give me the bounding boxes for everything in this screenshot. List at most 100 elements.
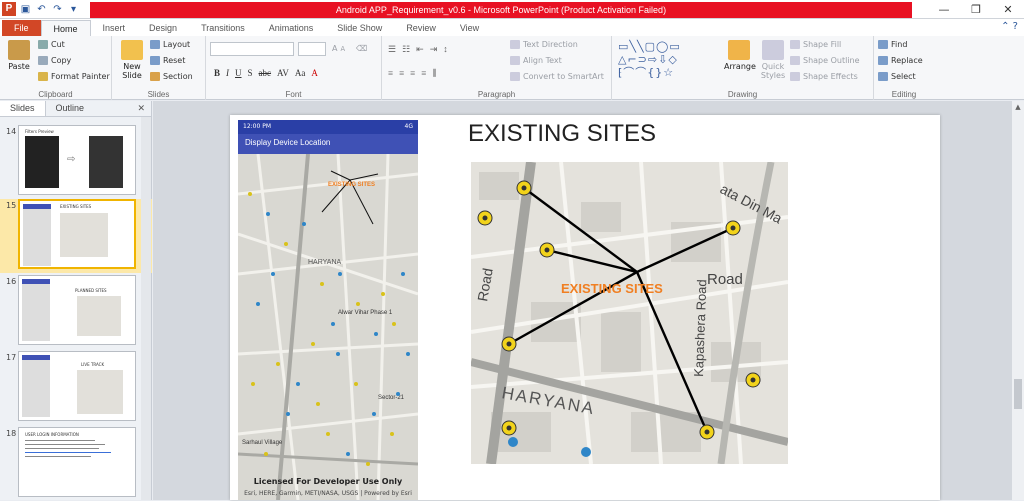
columns-button[interactable]: ⫼ — [432, 68, 436, 79]
tab-review[interactable]: Review — [394, 20, 448, 36]
customize-qat-icon[interactable]: ▾ — [67, 3, 80, 16]
thumbnail-image: USER LOGIN INFORMATION — [18, 427, 136, 497]
align-center-button[interactable]: ≡ — [399, 68, 404, 79]
decrease-indent-button[interactable]: ⇤ — [416, 44, 424, 55]
increase-indent-button[interactable]: ⇥ — [430, 44, 438, 55]
cell-tower-icon-center — [750, 377, 756, 383]
select-button[interactable]: Select — [878, 72, 916, 81]
cell-tower-icon-center — [506, 425, 512, 431]
slide-thumbnail-15[interactable]: 15 EXISTING SITES — [0, 199, 152, 273]
tab-insert[interactable]: Insert — [91, 20, 138, 36]
minimize-icon[interactable]: — — [928, 0, 960, 19]
tab-home[interactable]: Home — [40, 20, 91, 36]
phone-map-marker — [284, 242, 288, 246]
restore-icon[interactable]: ❐ — [960, 0, 992, 19]
slide-title[interactable]: EXISTING SITES — [468, 120, 656, 148]
slide-thumbnail-16[interactable]: 16 PLANNED SITES — [0, 275, 152, 349]
phone-map: EXISTING SITES HARYANA Alwar Vihar Phase… — [238, 154, 418, 500]
tab-animations[interactable]: Animations — [257, 20, 326, 36]
scroll-thumb[interactable] — [1014, 379, 1022, 409]
close-icon[interactable]: ✕ — [992, 0, 1024, 19]
slide-thumbnail-17[interactable]: 17 LIVE TRACK — [0, 351, 152, 425]
font-color-button[interactable]: A — [311, 68, 318, 78]
shadow-button[interactable]: S — [248, 68, 253, 78]
editing-group: Find Replace Select Editing — [874, 36, 934, 100]
help-icon[interactable]: ⌃ ? — [1001, 21, 1018, 32]
shapes-gallery[interactable]: ▭╲╲▢◯▭ △⌐⊃⇨⇩◇ ⁅⌒⌒{}☆ — [618, 40, 718, 80]
align-right-button[interactable]: ≡ — [410, 68, 415, 79]
thumbnail-caption: LIVE TRACK — [81, 362, 105, 367]
tab-transitions[interactable]: Transitions — [189, 20, 257, 36]
existing-sites-map[interactable]: Road Road Kapashera Road ata Din Ma HARY… — [471, 162, 788, 464]
underline-button[interactable]: U — [235, 68, 242, 78]
close-panel-icon[interactable]: ✕ — [131, 101, 151, 116]
tab-design[interactable]: Design — [137, 20, 189, 36]
phone-map-marker — [396, 392, 400, 396]
font-size-select[interactable] — [298, 42, 326, 56]
strike-button[interactable]: abc — [259, 68, 272, 78]
align-left-button[interactable]: ≡ — [388, 68, 393, 79]
outline-icon — [790, 56, 800, 65]
shape-outline-button[interactable]: Shape Outline — [790, 56, 860, 65]
replace-button[interactable]: Replace — [878, 56, 923, 65]
spacing-button[interactable]: AV — [277, 68, 289, 78]
slide-thumbnail-14[interactable]: 14 Filters Preview ⇨ — [0, 125, 152, 199]
slide-number: 18 — [6, 429, 17, 438]
slide-scrollbar[interactable]: ▲ — [1011, 101, 1024, 500]
redo-icon[interactable]: ↷ — [51, 3, 64, 16]
thumbnail-caption: USER LOGIN INFORMATION — [25, 432, 79, 437]
reset-button[interactable]: Reset — [150, 56, 185, 65]
tab-outline-panel[interactable]: Outline — [46, 101, 95, 116]
clear-format-icon[interactable]: ⌫ — [356, 44, 367, 53]
phone-map-marker — [326, 432, 330, 436]
arrange-button[interactable]: Arrange — [724, 40, 756, 71]
panel-scrollbar[interactable] — [141, 117, 151, 500]
cut-button[interactable]: Cut — [38, 40, 65, 49]
brush-icon — [38, 72, 48, 81]
font-family-select[interactable] — [210, 42, 294, 56]
new-slide-button[interactable]: New Slide — [118, 40, 146, 80]
phone-area-alwar: Alwar Vihar Phase 1 — [338, 310, 393, 316]
powerpoint-logo-icon[interactable]: P — [2, 2, 16, 16]
save-icon[interactable]: ▣ — [19, 3, 32, 16]
paste-button[interactable]: Paste — [4, 40, 34, 71]
phone-map-marker — [302, 222, 306, 226]
numbering-button[interactable]: ☷ — [402, 44, 410, 55]
phone-map-marker — [406, 352, 410, 356]
tab-file[interactable]: File — [2, 20, 41, 36]
clipboard-group: Paste Cut Copy Format Painter Clipboard — [0, 36, 112, 100]
format-painter-button[interactable]: Format Painter — [38, 72, 110, 81]
thumbnail-caption: Filters Preview — [25, 129, 54, 134]
undo-icon[interactable]: ↶ — [35, 3, 48, 16]
section-button[interactable]: Section — [150, 72, 193, 81]
tab-slides-panel[interactable]: Slides — [0, 101, 46, 116]
copy-button[interactable]: Copy — [38, 56, 71, 65]
window-title: Android APP_Requirement_v0.6 - Microsoft… — [90, 2, 912, 18]
line-spacing-button[interactable]: ↕ — [443, 44, 448, 55]
bold-button[interactable]: B — [214, 68, 220, 78]
convert-smartart-button[interactable]: Convert to SmartArt — [510, 72, 604, 81]
justify-button[interactable]: ≡ — [421, 68, 426, 79]
phone-map-marker — [338, 272, 342, 276]
grow-font-icon[interactable]: AA — [332, 44, 345, 53]
phone-area-sector: Sector-21 — [378, 395, 405, 401]
device-location-marker — [508, 437, 518, 447]
layout-button[interactable]: Layout — [150, 40, 190, 49]
phone-map-label: EXISTING SITES — [328, 182, 375, 188]
case-button[interactable]: Aa — [295, 68, 306, 78]
phone-license-text: Licensed For Developer Use Only — [253, 477, 403, 486]
text-direction-button[interactable]: Text Direction — [510, 40, 578, 49]
quick-styles-button[interactable]: Quick Styles — [758, 40, 788, 80]
tab-slide-show[interactable]: Slide Show — [325, 20, 394, 36]
scroll-up-icon[interactable]: ▲ — [1012, 101, 1024, 114]
shape-fill-button[interactable]: Shape Fill — [790, 40, 841, 49]
shape-effects-button[interactable]: Shape Effects — [790, 72, 858, 81]
find-button[interactable]: Find — [878, 40, 907, 49]
phone-map-marker — [264, 452, 268, 456]
tab-view[interactable]: View — [448, 20, 491, 36]
bullets-button[interactable]: ☰ — [388, 44, 396, 55]
align-text-button[interactable]: Align Text — [510, 56, 562, 65]
italic-button[interactable]: I — [226, 68, 229, 78]
slide-thumbnail-18[interactable]: 18 USER LOGIN INFORMATION — [0, 427, 152, 501]
phone-map-marker — [331, 322, 335, 326]
